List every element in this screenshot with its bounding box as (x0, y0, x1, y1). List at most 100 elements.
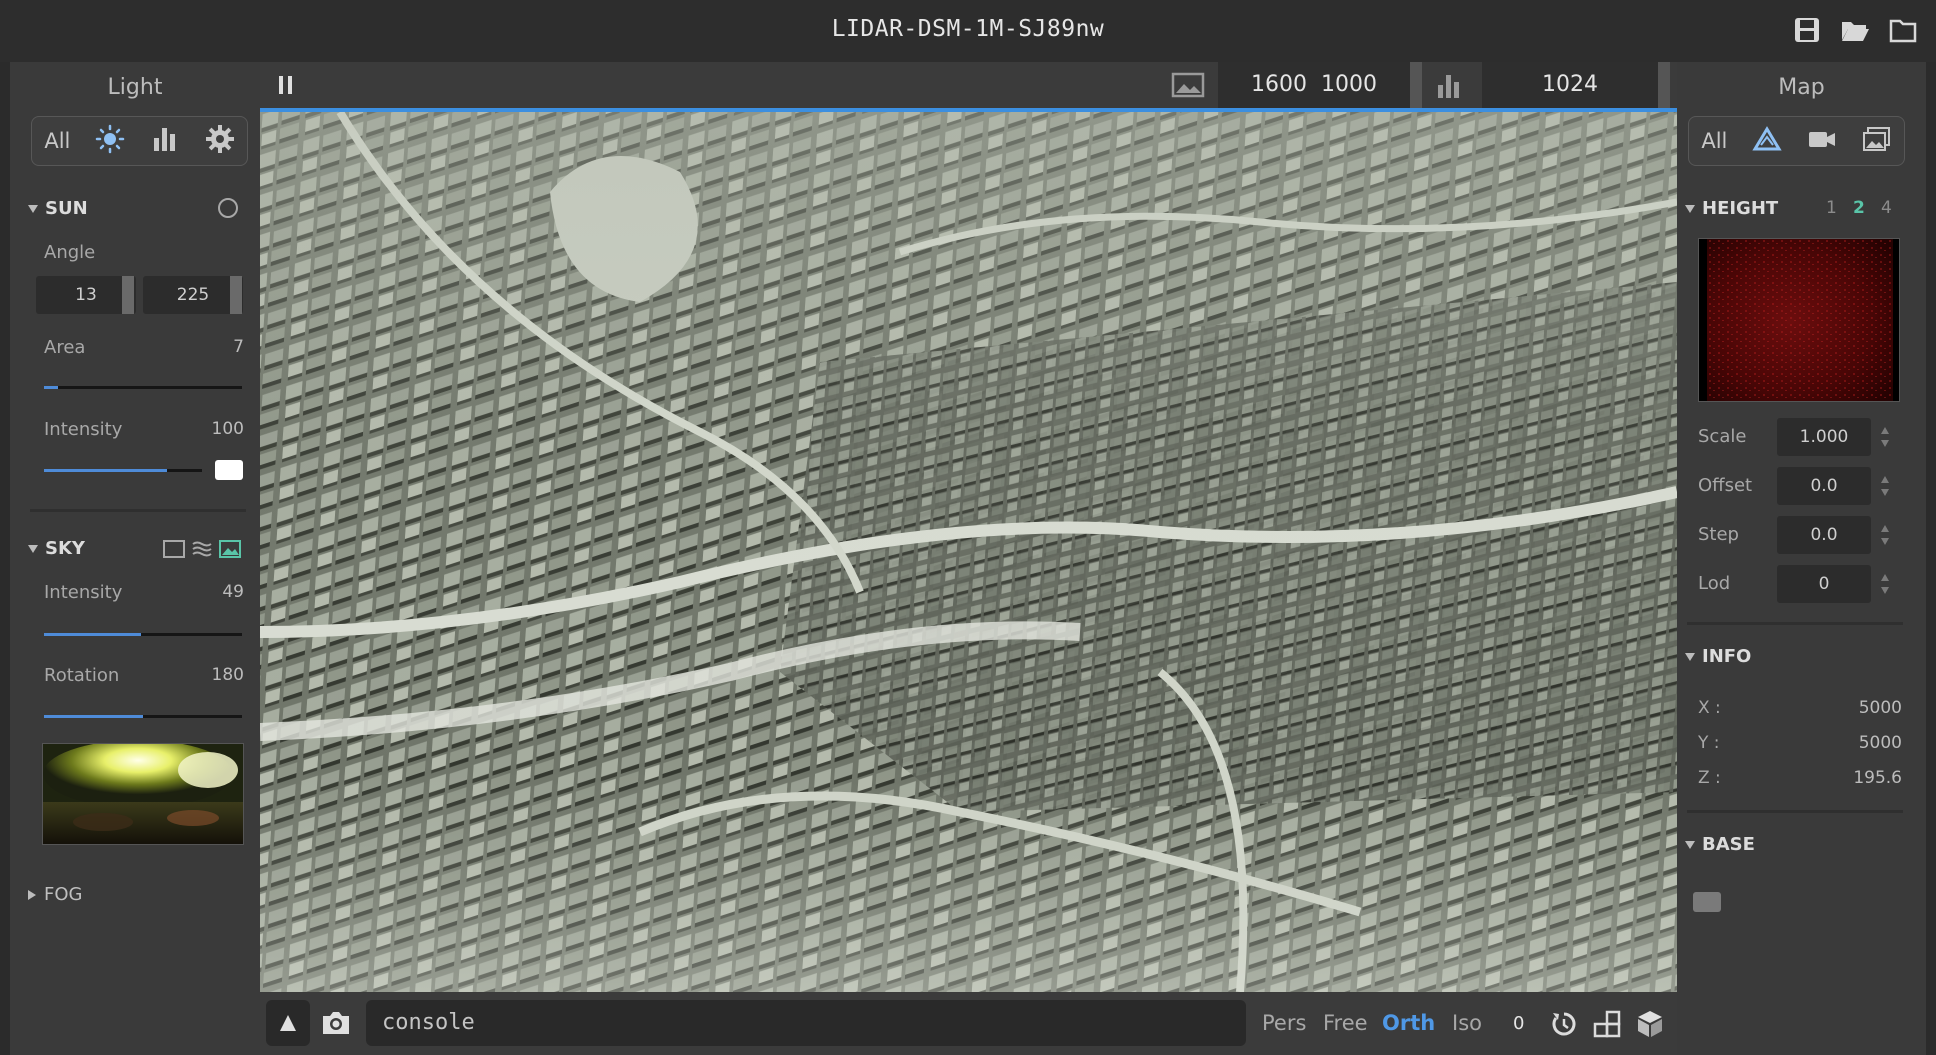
offset-stepper-icon[interactable] (1879, 473, 1891, 503)
sky-intensity-value: 49 (222, 582, 244, 602)
panel-title: Light (107, 75, 163, 100)
collapse-triangle-icon (28, 204, 38, 213)
resolution-height[interactable]: 1000 (1321, 62, 1377, 108)
map-panel: Map All HEIGHT 1 2 4 Scale 1.000 Offset … (1677, 62, 1926, 1055)
sky-section-header[interactable]: SKY (28, 538, 85, 559)
mode-orth[interactable]: Orth (1382, 992, 1435, 1055)
info-y-label: Y : (1698, 733, 1720, 753)
title-bar: LIDAR-DSM-1M-SJ89nw (0, 0, 1936, 62)
step-field[interactable]: 0.0 (1777, 516, 1871, 554)
angle-azimuth-field[interactable]: 225 (143, 276, 243, 314)
camera-icon[interactable] (1807, 125, 1837, 157)
info-section-header[interactable]: INFO (1685, 646, 1751, 667)
samples-value: 1024 (1542, 72, 1598, 97)
lod-stepper-icon[interactable] (1879, 571, 1891, 601)
rotation-slider[interactable] (44, 715, 242, 718)
layout-icon[interactable] (1593, 1010, 1621, 1042)
cube-icon[interactable] (1635, 1009, 1665, 1043)
camera-icon[interactable] (320, 1009, 352, 1041)
expand-triangle-icon (28, 889, 36, 900)
folder-icon[interactable] (1888, 16, 1918, 44)
angle-azimuth-handle[interactable] (230, 276, 242, 314)
resolution-fields[interactable]: 1600 1000 (1218, 62, 1418, 108)
resolution-width[interactable]: 1600 (1251, 62, 1307, 108)
base-section-header[interactable]: BASE (1685, 834, 1755, 855)
section-title: FOG (44, 884, 83, 905)
image-icon[interactable] (1862, 125, 1892, 157)
base-color-swatch[interactable] (1693, 892, 1721, 912)
tab-all[interactable]: All (44, 129, 70, 153)
bar-chart-icon[interactable] (150, 124, 180, 158)
height-level-1[interactable]: 1 (1826, 198, 1837, 218)
open-folder-icon[interactable] (1840, 16, 1870, 44)
map-tab-bar: All (1688, 116, 1905, 166)
sky-intensity-slider-fill (44, 633, 142, 636)
pause-icon[interactable] (276, 75, 296, 99)
step-stepper-icon[interactable] (1879, 522, 1891, 552)
scale-field[interactable]: 1.000 (1777, 418, 1871, 456)
terrain-icon[interactable] (1752, 125, 1782, 157)
collapse-triangle-icon (28, 544, 38, 553)
sun-enable-radio[interactable] (218, 198, 238, 218)
scale-stepper-icon[interactable] (1879, 424, 1891, 454)
step-label: Step (1698, 524, 1739, 545)
heightmap-thumbnail[interactable] (1698, 238, 1900, 402)
lod-label: Lod (1698, 573, 1731, 594)
height-section-header[interactable]: HEIGHT (1685, 198, 1778, 219)
sun-intensity-slider-fill (44, 469, 168, 472)
sky-solid-icon[interactable] (163, 539, 185, 563)
height-level-2[interactable]: 2 (1853, 198, 1865, 218)
heightmap-image (1707, 239, 1893, 401)
samples-handle[interactable] (1658, 62, 1670, 108)
mode-pers[interactable]: Pers (1262, 992, 1306, 1055)
area-slider[interactable] (44, 386, 242, 389)
area-value: 7 (233, 337, 244, 357)
sun-color-swatch[interactable] (215, 460, 243, 480)
scale-label: Scale (1698, 426, 1747, 447)
light-tab-bar: All (31, 116, 248, 166)
collapse-triangle-icon (1685, 652, 1695, 661)
image-icon[interactable] (1171, 72, 1205, 102)
height-level-4[interactable]: 4 (1881, 198, 1892, 218)
sky-image-icon[interactable] (219, 539, 241, 563)
fog-section-header[interactable]: FOG (28, 884, 82, 905)
info-z-value: 195.6 (1853, 768, 1902, 788)
samples-field[interactable]: 1024 (1482, 62, 1658, 108)
step-value: 0.0 (1810, 525, 1838, 545)
reset-view-icon[interactable] (1550, 1010, 1578, 1042)
scale-value: 1.000 (1799, 427, 1849, 447)
up-button[interactable] (266, 1000, 310, 1046)
lidar-terrain-render (260, 112, 1677, 992)
bar-chart-icon[interactable] (1435, 73, 1463, 103)
sun-section-header[interactable]: SUN (28, 198, 88, 219)
angle-azimuth-value: 225 (176, 285, 210, 305)
sky-gradient-icon[interactable] (191, 539, 213, 563)
angle-elevation-field[interactable]: 13 (36, 276, 136, 314)
titlebar-actions (1792, 16, 1918, 44)
gear-icon[interactable] (205, 124, 235, 158)
save-icon[interactable] (1792, 16, 1822, 44)
sun-icon[interactable] (95, 124, 125, 158)
offset-value: 0.0 (1810, 476, 1838, 496)
info-z-label: Z : (1698, 768, 1721, 788)
lod-value: 0 (1818, 574, 1830, 594)
info-y-value: 5000 (1858, 733, 1902, 753)
angle-elevation-handle[interactable] (122, 276, 134, 314)
mode-iso[interactable]: Iso (1452, 992, 1482, 1055)
offset-field[interactable]: 0.0 (1777, 467, 1871, 505)
render-view[interactable] (260, 112, 1677, 992)
lod-field[interactable]: 0 (1777, 565, 1871, 603)
rotation-slider-fill (44, 715, 143, 718)
window-title: LIDAR-DSM-1M-SJ89nw (831, 16, 1105, 42)
sky-hdri-thumbnail[interactable] (42, 743, 244, 845)
sky-intensity-slider[interactable] (44, 633, 242, 636)
view-counter: 0 (1513, 1013, 1525, 1034)
section-title: HEIGHT (1702, 198, 1779, 219)
section-title: BASE (1702, 834, 1755, 855)
sky-intensity-label: Intensity (44, 582, 123, 603)
console-input[interactable]: console (366, 1000, 1246, 1046)
tab-all[interactable]: All (1701, 129, 1727, 153)
mode-free[interactable]: Free (1323, 992, 1368, 1055)
resolution-handle[interactable] (1410, 62, 1422, 108)
sun-intensity-slider[interactable] (44, 469, 202, 472)
